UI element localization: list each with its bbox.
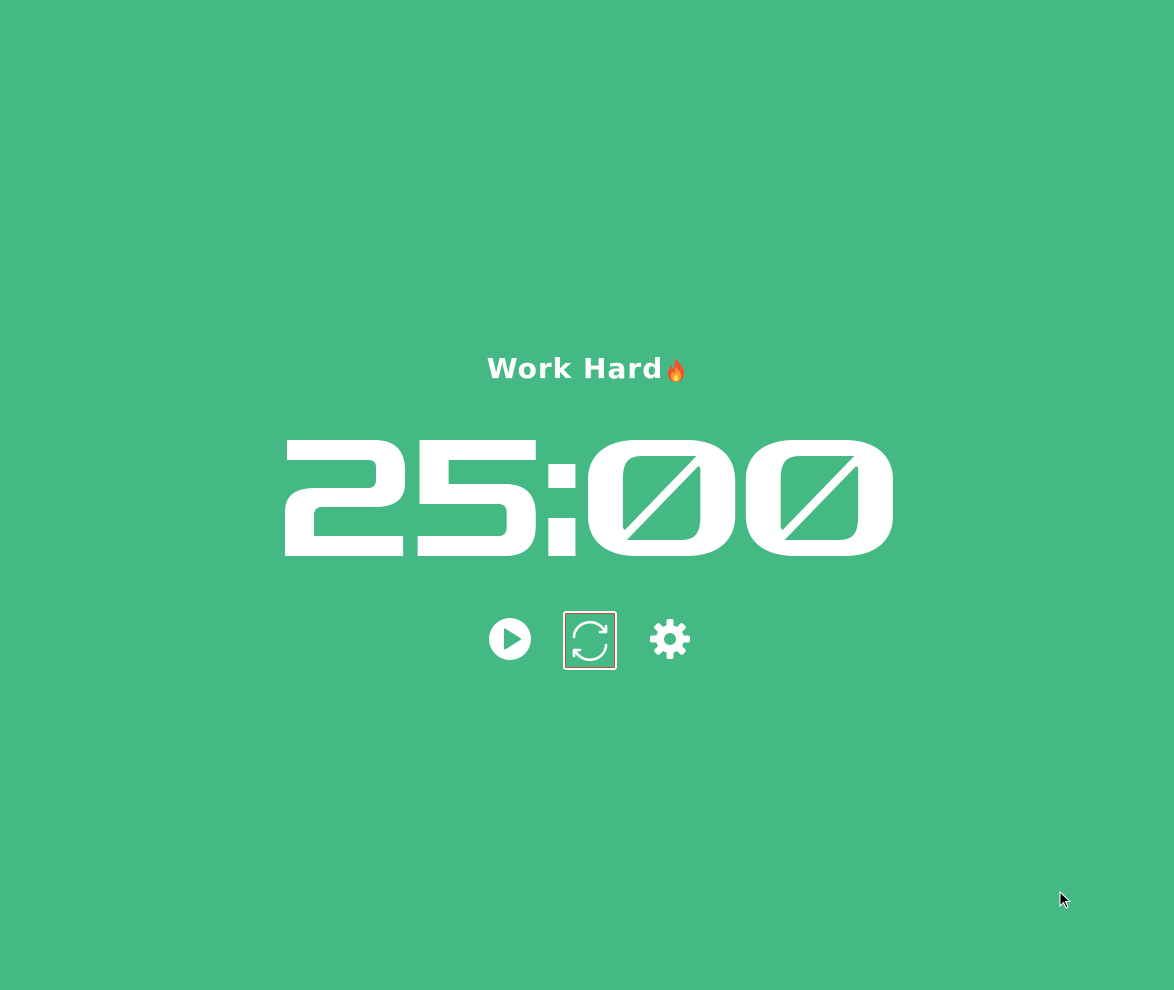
play-icon [489, 618, 531, 660]
refresh-icon [572, 620, 608, 662]
timer-digit-2 [285, 440, 406, 556]
timer-separator [548, 464, 576, 556]
gear-icon [650, 619, 690, 659]
timer-controls [0, 610, 1174, 670]
mouse-cursor-icon [1059, 891, 1071, 909]
session-heading: Work Hard [0, 349, 1174, 394]
play-button[interactable] [488, 617, 532, 661]
settings-button[interactable] [648, 617, 692, 661]
timer-digit-0 [588, 440, 736, 556]
timer-digit-5 [417, 440, 536, 556]
fire-icon [665, 354, 687, 394]
pomodoro-app: Work Hard [0, 0, 1174, 990]
timer-digit-0 [745, 440, 893, 556]
timer-display [285, 440, 893, 556]
session-label: Work Hard [486, 352, 664, 385]
reset-button[interactable] [563, 611, 617, 670]
